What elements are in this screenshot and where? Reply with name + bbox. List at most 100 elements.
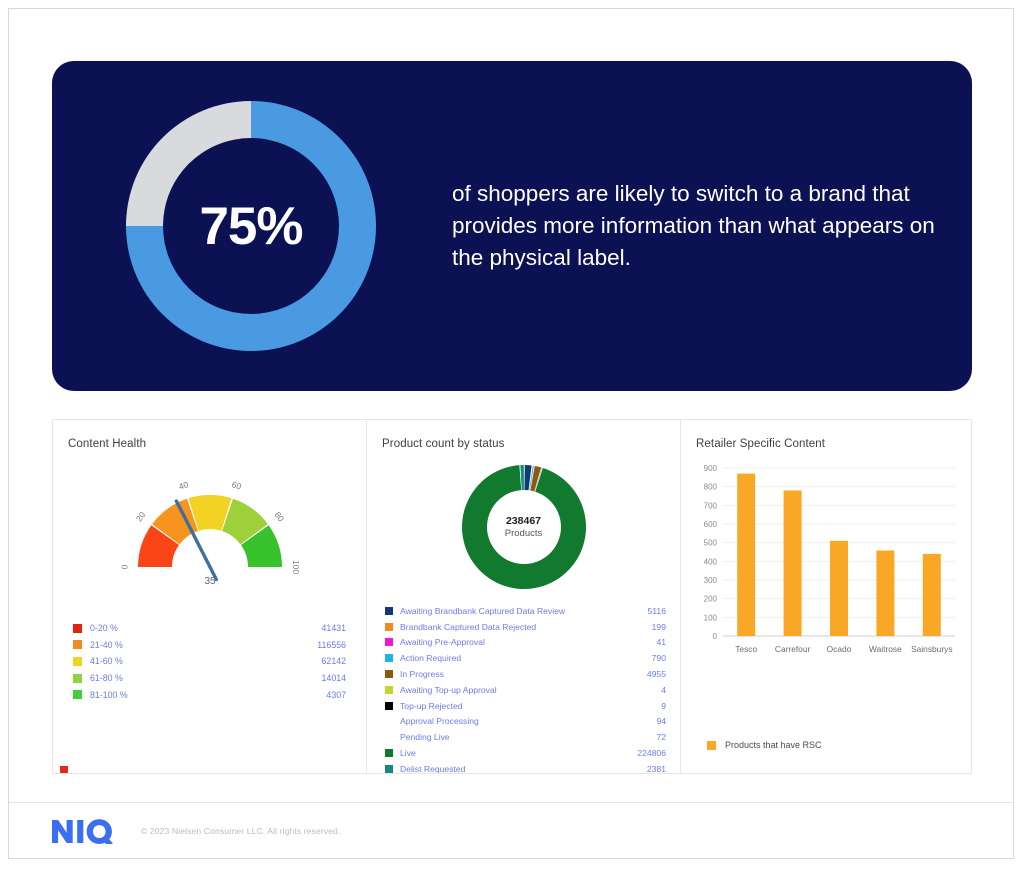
bar-y-tick-label: 700 xyxy=(704,501,718,510)
bar-y-tick-label: 200 xyxy=(704,595,718,604)
product-status-legend-row[interactable]: Brandbank Captured Data Rejected 199 xyxy=(385,619,666,635)
legend-label: 21-40 % xyxy=(90,639,123,650)
page-footer: © 2023 Nielsen Consumer LLC. All rights … xyxy=(9,803,1013,859)
hero-statement: of shoppers are likely to switch to a br… xyxy=(452,181,935,270)
legend-value: 9 xyxy=(661,700,666,711)
legend-color-swatch xyxy=(385,685,393,694)
bar-rect[interactable] xyxy=(783,490,802,636)
legend-value: 72 xyxy=(656,732,666,743)
donut-slice[interactable] xyxy=(461,465,586,589)
legend-value: 2381 xyxy=(646,763,666,773)
legend-color-swatch xyxy=(385,654,393,663)
product-status-legend-row[interactable]: Awaiting Pre-Approval 41 xyxy=(385,635,666,651)
legend-label: 0-20 % xyxy=(90,623,118,634)
product-status-legend-row[interactable]: Live 224806 xyxy=(385,745,666,761)
hero-donut-center: 75% xyxy=(126,101,376,351)
legend-color-swatch xyxy=(385,733,393,741)
legend-value: 94 xyxy=(656,716,666,727)
gauge-tick-label: 100 xyxy=(290,560,300,574)
panel-title-retailer-specific: Retailer Specific Content xyxy=(696,438,826,450)
gauge-tick-label: 40 xyxy=(177,479,189,492)
product-status-legend-row[interactable]: Awaiting Brandbank Captured Data Review 5… xyxy=(385,603,666,619)
content-health-legend-row[interactable]: 21-40 % 116556 xyxy=(73,637,346,654)
content-health-legend: 0-20 % 41431 21-40 % 116556 41-60 % 62142 61-8… xyxy=(73,620,346,703)
dashboard-page: 75% of shoppers are likely to switch to … xyxy=(8,8,1014,859)
gauge-value-label: 35 xyxy=(204,576,216,587)
bar-y-tick-label: 300 xyxy=(704,576,718,585)
bar-category-label: Carrefour xyxy=(775,644,811,654)
legend-value: 790 xyxy=(651,653,666,664)
product-status-donut-svg xyxy=(461,465,586,589)
legend-value: 5116 xyxy=(647,605,666,616)
footer-copyright: © 2023 Nielsen Consumer LLC. All rights … xyxy=(141,826,341,836)
product-status-legend-row[interactable]: Awaiting Top-up Approval 4 xyxy=(385,682,666,698)
product-status-legend-row[interactable]: Pending Live 72 xyxy=(385,729,666,745)
retailer-bar-legend: Products that have RSC xyxy=(707,740,822,750)
retailer-bar-chart: 0 100 200 300 400 500 600 700 800 900 Tesco Carref… xyxy=(693,458,959,673)
niq-logo xyxy=(52,818,113,844)
legend-label: Approval Processing xyxy=(400,716,479,727)
legend-color-swatch xyxy=(385,749,393,758)
bar-y-tick-label: 0 xyxy=(713,632,718,641)
product-status-legend-row[interactable]: Approval Processing 94 xyxy=(385,714,666,730)
legend-value: 4955 xyxy=(646,669,666,680)
legend-color-swatch xyxy=(73,690,82,700)
product-status-legend: Awaiting Brandbank Captured Data Review 5… xyxy=(385,603,666,773)
legend-label: Top-up Rejected xyxy=(400,700,463,711)
legend-label: Awaiting Top-up Approval xyxy=(400,684,497,695)
bar-y-tick-label: 500 xyxy=(704,539,718,548)
legend-value: 4307 xyxy=(326,689,346,700)
hero-donut-chart: 75% xyxy=(104,101,404,351)
bar-rect[interactable] xyxy=(922,553,941,636)
content-health-legend-row[interactable]: 61-80 % 14014 xyxy=(73,670,346,687)
retailer-bar-legend-swatch xyxy=(707,740,716,750)
product-status-legend-row[interactable]: Delist Requested 2381 xyxy=(385,761,666,773)
legend-color-swatch xyxy=(385,638,393,647)
bar-y-tick-label: 900 xyxy=(704,464,718,473)
legend-color-swatch xyxy=(73,673,82,683)
legend-color-swatch xyxy=(385,764,393,773)
legend-color-swatch xyxy=(73,640,82,650)
legend-label: Awaiting Pre-Approval xyxy=(400,637,485,648)
retailer-bar-chart-svg: 0 100 200 300 400 500 600 700 800 900 Tesco Carref… xyxy=(704,464,955,654)
legend-color-swatch xyxy=(385,622,393,631)
bar-y-tick-label: 600 xyxy=(704,520,718,529)
legend-label: Pending Live xyxy=(400,732,450,743)
bar-category-label: Ocado xyxy=(827,644,852,654)
product-status-legend-row[interactable]: Action Required 790 xyxy=(385,650,666,666)
gauge-tick-label: 80 xyxy=(272,510,286,524)
hero-banner: 75% of shoppers are likely to switch to … xyxy=(52,61,972,391)
gauge-tick-label: 60 xyxy=(230,479,242,492)
retailer-bar-legend-label: Products that have RSC xyxy=(725,740,822,750)
legend-color-swatch xyxy=(385,701,393,710)
legend-label: 81-100 % xyxy=(90,689,128,700)
legend-label: In Progress xyxy=(400,669,444,680)
bar-rect[interactable] xyxy=(737,473,756,636)
legend-color-swatch xyxy=(385,606,393,615)
content-health-legend-row[interactable]: 0-20 % 41431 xyxy=(73,620,346,637)
content-health-legend-row[interactable]: 81-100 % 4307 xyxy=(73,686,346,703)
product-status-legend-row[interactable]: In Progress 4955 xyxy=(385,666,666,682)
panel-product-status: Product count by status 238467 Products … xyxy=(367,420,681,773)
bar-rect[interactable] xyxy=(830,540,848,636)
legend-label: Awaiting Brandbank Captured Data Review xyxy=(400,605,566,616)
legend-value: 41431 xyxy=(321,623,346,634)
bar-y-tick-label: 800 xyxy=(704,483,718,492)
stray-legend-swatch xyxy=(60,766,68,773)
bar-rect[interactable] xyxy=(876,550,895,636)
panel-title-product-status: Product count by status xyxy=(382,438,505,450)
content-health-legend-row[interactable]: 41-60 % 62142 xyxy=(73,653,346,670)
legend-color-swatch xyxy=(385,670,393,679)
panel-title-content-health: Content Health xyxy=(68,438,147,450)
gauge-tick-label: 20 xyxy=(133,510,147,524)
legend-value: 199 xyxy=(651,621,666,632)
donut-slice[interactable] xyxy=(523,465,532,491)
gauge-svg: 0 20 40 60 80 100 35 xyxy=(119,479,301,587)
product-status-donut: 238467 Products xyxy=(459,462,589,592)
legend-value: 224806 xyxy=(637,748,666,759)
gauge-tick-label: 0 xyxy=(119,564,129,569)
bar-category-label: Tesco xyxy=(735,644,757,654)
legend-color-swatch xyxy=(73,623,82,633)
panel-content-health: Content Health 0 20 40 60 80 100 35 0-20 % 414… xyxy=(53,420,367,773)
product-status-legend-row[interactable]: Top-up Rejected 9 xyxy=(385,698,666,714)
